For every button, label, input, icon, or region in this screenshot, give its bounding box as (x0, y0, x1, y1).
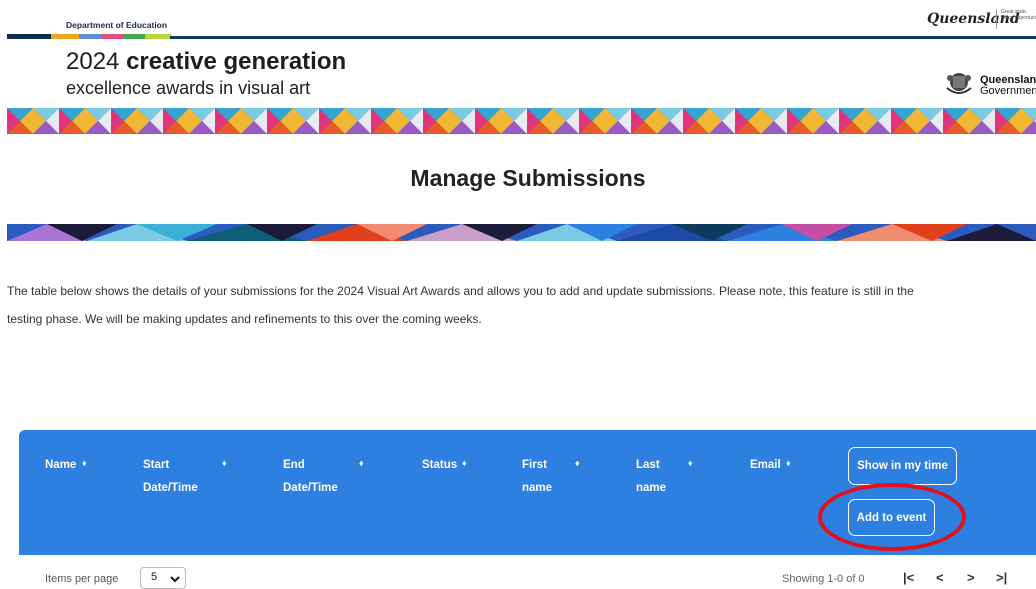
color-stripe (7, 34, 171, 39)
showing-count: Showing 1-0 of 0 (782, 573, 865, 585)
last-page-icon[interactable]: >| (996, 570, 1007, 585)
page-title: Manage Submissions (410, 165, 646, 191)
first-page-icon[interactable]: |< (903, 570, 914, 585)
queensland-coat-of-arms-icon (946, 73, 972, 94)
column-header-status[interactable]: Status (422, 454, 457, 477)
intro-text: The table below shows the details of you… (7, 277, 1036, 333)
column-header-email[interactable]: Email (750, 454, 781, 477)
highlight-annotation-circle (818, 483, 966, 551)
next-page-icon[interactable]: > (967, 570, 975, 585)
first-label-2: name (522, 482, 553, 494)
start-label-1: Start (143, 459, 170, 471)
end-label-1: End (283, 459, 305, 471)
banner-subtitle: excellence awards in visual art (66, 78, 311, 98)
sort-icon[interactable]: ♦ (359, 458, 364, 468)
gov-logo-line2: Government (980, 85, 1036, 97)
show-in-my-time-button[interactable]: Show in my time (848, 447, 957, 485)
column-header-end-date[interactable]: End Date/Time (283, 454, 338, 500)
queensland-government-logo: Queensland Government (980, 75, 1036, 97)
intro-line-2: testing phase. We will be making updates… (7, 312, 482, 326)
prev-page-icon[interactable]: < (936, 570, 944, 585)
items-per-page-label: Items per page (45, 573, 119, 585)
decorative-triangle-band (7, 224, 1036, 241)
column-header-start-date[interactable]: Start Date/Time (143, 454, 198, 500)
sort-icon[interactable]: ♦ (462, 458, 467, 468)
last-label-1: Last (636, 459, 660, 471)
sort-icon[interactable]: ♦ (222, 458, 227, 468)
sort-icon[interactable]: ♦ (575, 458, 580, 468)
decorative-pattern-banner (7, 108, 1036, 134)
items-per-page-value: 5 (151, 571, 158, 583)
start-label-2: Date/Time (143, 482, 198, 494)
column-header-last-name[interactable]: Last name (636, 454, 666, 500)
end-label-2: Date/Time (283, 482, 338, 494)
sort-icon[interactable]: ♦ (786, 458, 791, 468)
column-header-first-name[interactable]: First name (522, 454, 552, 500)
logo-divider (996, 9, 997, 29)
chevron-down-icon (170, 576, 180, 583)
department-name: Department of Education (66, 20, 168, 30)
banner-title-bold: creative generation (126, 48, 347, 75)
header-rule (170, 36, 1036, 39)
top-bar: Department of Education Queensland Great… (0, 0, 1036, 44)
banner-title: 2024 creative generation (66, 48, 346, 76)
column-header-name[interactable]: Name (45, 454, 76, 477)
queensland-tagline: Great state. Great opportunity. (1001, 9, 1036, 21)
banner-year: 2024 (66, 48, 120, 75)
items-per-page-select[interactable]: 5 (140, 567, 186, 589)
sort-icon[interactable]: ♦ (82, 458, 87, 468)
first-label-1: First (522, 459, 547, 471)
last-label-2: name (636, 482, 667, 494)
sort-icon[interactable]: ♦ (688, 458, 693, 468)
intro-line-1: The table below shows the details of you… (7, 284, 914, 298)
